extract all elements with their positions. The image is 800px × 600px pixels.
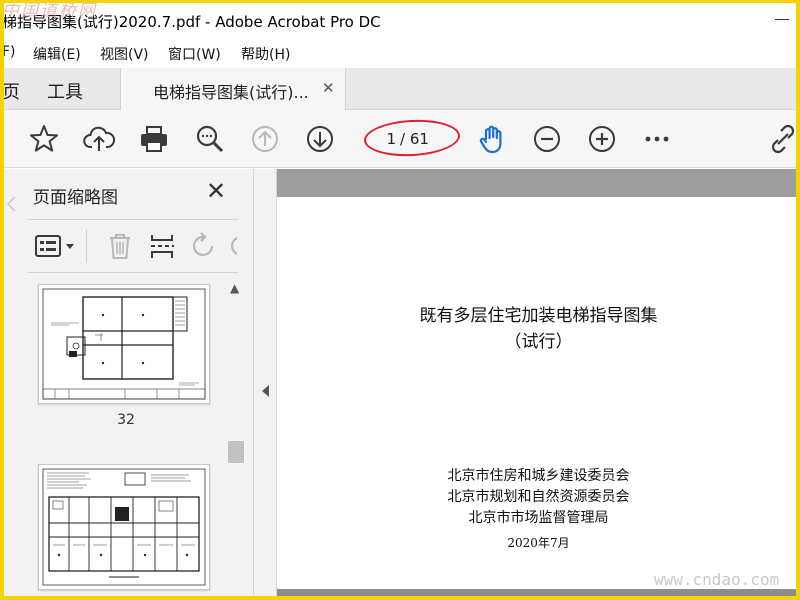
more-icon[interactable] xyxy=(640,122,674,156)
rotate-page-icon[interactable] xyxy=(190,231,218,261)
zoom-in-icon[interactable] xyxy=(585,122,619,156)
collapse-arrow-icon[interactable] xyxy=(262,385,269,397)
document-org-3: 北京市市场监督管理局 xyxy=(468,510,609,526)
thumbnail-panel: 页面缩略图 ✕ 32 ▲ xyxy=(0,169,254,600)
delete-page-icon[interactable] xyxy=(106,231,134,261)
floor-plan-thumbnail xyxy=(42,468,206,586)
window-frame-top xyxy=(0,0,800,3)
star-icon[interactable] xyxy=(27,122,61,156)
menu-edit[interactable]: 编辑(E) xyxy=(33,44,81,64)
scroll-up-icon[interactable]: ▲ xyxy=(230,281,239,295)
panel-close-button[interactable]: ✕ xyxy=(206,177,226,205)
document-view: 既有多层住宅加装电梯指导图集 （试行） 北京市住房和城乡建设委员会 北京市规划和… xyxy=(277,169,800,600)
document-subtitle: （试行） xyxy=(504,332,573,352)
zoom-search-icon[interactable] xyxy=(193,122,227,156)
floor-plan-thumbnail xyxy=(42,288,206,400)
document-bottom-bar xyxy=(277,589,800,600)
hand-tool-icon[interactable] xyxy=(475,122,509,156)
tab-home[interactable]: 页 xyxy=(2,78,20,104)
scroll-thumb[interactable] xyxy=(228,441,244,463)
tab-document-label: 电梯指导图集(试行)... xyxy=(153,83,309,102)
thumbnail-page-33[interactable] xyxy=(38,464,210,590)
panel-notch-icon xyxy=(6,197,15,211)
minimize-button[interactable] xyxy=(775,19,789,20)
panel-divider xyxy=(28,219,238,220)
title-bar: 梯指导图集(试行)2020.7.pdf - Adobe Acrobat Pro … xyxy=(0,0,800,40)
watermark-top-left: 中国道桥网 xyxy=(2,1,97,21)
document-date: 2020年7月 xyxy=(507,536,570,550)
rotate-more-icon[interactable] xyxy=(230,231,238,261)
menu-file[interactable]: F) xyxy=(2,44,16,60)
tab-document[interactable]: 电梯指导图集(试行)... ✕ xyxy=(120,68,346,111)
zoom-out-icon[interactable] xyxy=(530,122,564,156)
thumbnail-page-number: 32 xyxy=(117,412,135,428)
panel-title: 页面缩略图 xyxy=(33,188,118,208)
thumbnail-page-32[interactable] xyxy=(38,284,210,404)
upload-cloud-icon[interactable] xyxy=(82,122,116,156)
page-down-icon[interactable] xyxy=(303,122,337,156)
menu-window[interactable]: 窗口(W) xyxy=(168,44,221,64)
menu-bar: F) 编辑(E) 视图(V) 窗口(W) 帮助(H) xyxy=(0,40,800,68)
page-up-icon[interactable] xyxy=(248,122,282,156)
thumbnail-options-icon[interactable] xyxy=(34,231,78,261)
document-org-1: 北京市住房和城乡建设委员会 xyxy=(447,468,630,484)
document-title: 既有多层住宅加装电梯指导图集 xyxy=(419,306,658,326)
print-icon[interactable] xyxy=(137,122,171,156)
panel-tools-separator xyxy=(86,229,87,263)
watermark-bottom-right: www.cndao.com xyxy=(654,570,780,589)
tab-bar: 页 工具 电梯指导图集(试行)... ✕ xyxy=(0,68,800,111)
menu-help[interactable]: 帮助(H) xyxy=(241,44,290,64)
panel-divider xyxy=(28,272,238,273)
menu-view[interactable]: 视图(V) xyxy=(100,44,149,64)
thumbnail-scrollbar[interactable]: ▲ xyxy=(228,281,244,600)
insert-page-icon[interactable] xyxy=(148,231,176,261)
document-org-2: 北京市规划和自然资源委员会 xyxy=(447,489,630,505)
thumbnail-list: 32 xyxy=(28,274,224,600)
link-icon[interactable] xyxy=(766,122,796,156)
document-page: 既有多层住宅加装电梯指导图集 （试行） 北京市住房和城乡建设委员会 北京市规划和… xyxy=(277,197,800,589)
panel-toolbar xyxy=(28,221,238,271)
tab-close-button[interactable]: ✕ xyxy=(322,79,335,97)
panel-collapse-strip[interactable] xyxy=(254,169,277,600)
tab-tools[interactable]: 工具 xyxy=(47,78,83,104)
